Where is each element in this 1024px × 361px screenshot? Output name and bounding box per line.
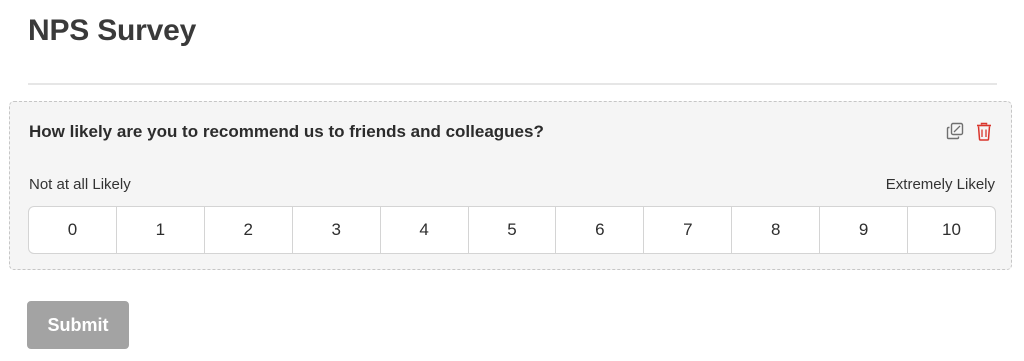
nps-scale: 0 1 2 3 4 5 6 7 8 9 10 xyxy=(28,206,996,254)
nps-option-0[interactable]: 0 xyxy=(29,207,117,253)
nps-option-5[interactable]: 5 xyxy=(469,207,557,253)
duplicate-icon[interactable] xyxy=(946,121,964,141)
nps-option-7[interactable]: 7 xyxy=(644,207,733,253)
submit-button[interactable]: Submit xyxy=(27,301,129,349)
scale-labels: Not at all Likely Extremely Likely xyxy=(29,176,995,193)
question-actions xyxy=(946,121,993,141)
nps-option-3[interactable]: 3 xyxy=(293,207,381,253)
question-text: How likely are you to recommend us to fr… xyxy=(29,122,544,141)
question-card: How likely are you to recommend us to fr… xyxy=(9,101,1012,270)
nps-option-6[interactable]: 6 xyxy=(556,207,645,253)
scale-low-label: Not at all Likely xyxy=(29,176,131,193)
scale-high-label: Extremely Likely xyxy=(885,176,995,193)
nps-option-1[interactable]: 1 xyxy=(117,207,205,253)
nps-option-9[interactable]: 9 xyxy=(820,207,909,253)
trash-icon[interactable] xyxy=(975,121,993,141)
nps-option-4[interactable]: 4 xyxy=(381,207,469,253)
nps-option-10[interactable]: 10 xyxy=(908,207,995,253)
page-title: NPS Survey xyxy=(28,14,197,47)
nps-option-8[interactable]: 8 xyxy=(732,207,821,253)
title-divider xyxy=(28,83,997,85)
nps-option-2[interactable]: 2 xyxy=(205,207,293,253)
